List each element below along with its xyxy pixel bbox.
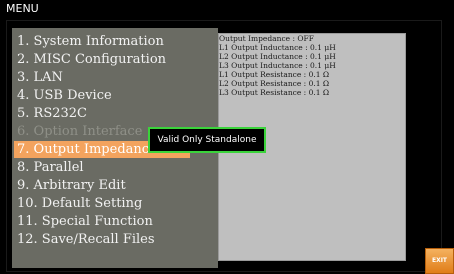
menu-item-usb-device[interactable]: 4. USB Device [17, 87, 112, 104]
menu-item-option-interface: 6. Option Interface [17, 124, 143, 139]
menu-item-arbitrary-edit[interactable]: 9. Arbitrary Edit [17, 177, 126, 194]
info-line-l1-inductance: L1 Output Inductance : 0.1 μH [219, 43, 336, 52]
menu-item-lan[interactable]: 3. LAN [17, 69, 63, 86]
info-line-l2-inductance: L2 Output Inductance : 0.1 μH [219, 52, 336, 61]
menu-item-parallel[interactable]: 8. Parallel [17, 159, 84, 176]
menu-item-save-recall-files[interactable]: 12. Save/Recall Files [17, 231, 155, 248]
window-title: MENU [0, 0, 454, 18]
info-line-l3-inductance: L3 Output Inductance : 0.1 μH [219, 61, 336, 70]
exit-button[interactable]: EXIT [425, 248, 454, 274]
info-line-l1-resistance: L1 Output Resistance : 0.1 Ω [219, 70, 330, 79]
menu-item-default-setting[interactable]: 10. Default Setting [17, 195, 142, 212]
menu-item-special-function[interactable]: 11. Special Function [17, 213, 153, 230]
message-popup: Valid Only Standalone [148, 127, 266, 153]
info-line-l2-resistance: L2 Output Resistance : 0.1 Ω [219, 79, 330, 88]
menu-item-rs232c[interactable]: 5. RS232C [17, 105, 87, 122]
info-line-output-impedance: Output Impedance : OFF [219, 34, 314, 43]
info-line-l3-resistance: L3 Output Resistance : 0.1 Ω [219, 88, 330, 97]
menu-item-misc-configuration[interactable]: 2. MISC Configuration [17, 51, 166, 68]
menu-item-system-information[interactable]: 1. System Information [17, 33, 164, 50]
